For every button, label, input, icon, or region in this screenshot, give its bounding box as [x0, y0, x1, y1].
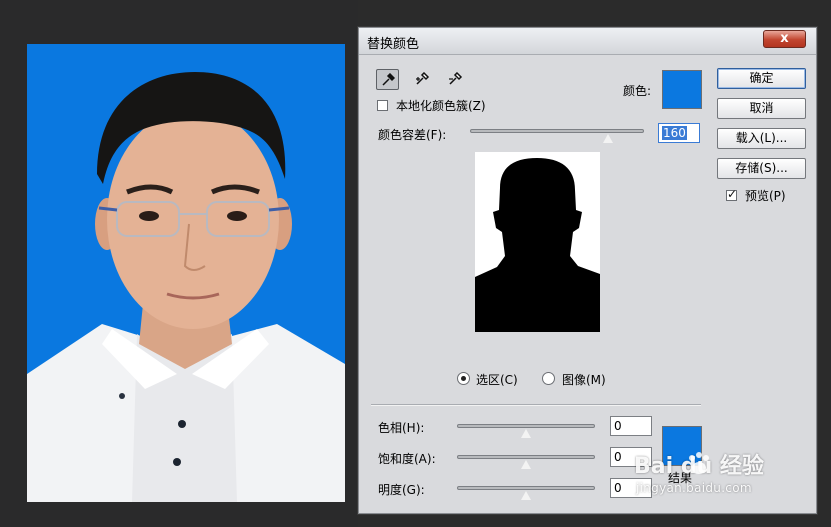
ok-button[interactable]: 确定	[717, 68, 806, 89]
save-button[interactable]: 存储(S)...	[717, 158, 806, 179]
fuzziness-slider-thumb[interactable]	[602, 133, 614, 144]
watermark-url: jingyan.baidu.com	[636, 481, 752, 495]
separator	[371, 404, 701, 406]
eyedropper-minus-icon	[449, 72, 463, 85]
saturation-label: 饱和度(A):	[378, 452, 436, 466]
selection-radio[interactable]	[457, 372, 470, 385]
color-label: 颜色:	[623, 84, 652, 98]
selection-radio-label: 选区(C)	[476, 373, 518, 387]
close-icon: x	[780, 31, 789, 46]
hue-label: 色相(H):	[378, 421, 425, 435]
baidu-paw-icon	[689, 452, 709, 474]
fuzziness-slider-track[interactable]	[470, 129, 644, 133]
lightness-slider-track[interactable]	[457, 486, 595, 490]
lightness-label: 明度(G):	[378, 483, 425, 497]
selection-preview	[475, 152, 600, 332]
lightness-slider-thumb[interactable]	[520, 490, 532, 501]
close-button[interactable]: x	[763, 30, 806, 48]
hue-input[interactable]: 0	[610, 416, 652, 436]
eyedropper-tool-button[interactable]	[376, 69, 399, 90]
saturation-slider-track[interactable]	[457, 455, 595, 459]
load-button[interactable]: 载入(L)...	[717, 128, 806, 149]
saturation-slider-thumb[interactable]	[520, 459, 532, 470]
eyedropper-plus-tool-button[interactable]	[411, 69, 434, 90]
preview-checkbox[interactable]	[726, 187, 737, 201]
preview-label: 预览(P)	[745, 189, 786, 203]
selection-mask-image	[475, 158, 600, 332]
replace-color-dialog: 替换颜色 x 本地化颜色簇(Z) 颜色: 颜色容差(F): 160 选区(C) …	[358, 27, 817, 514]
cancel-button[interactable]: 取消	[717, 98, 806, 119]
color-swatch[interactable]	[662, 70, 702, 109]
hue-slider-track[interactable]	[457, 424, 595, 428]
eyedropper-icon	[382, 73, 395, 86]
hue-slider-thumb[interactable]	[520, 428, 532, 439]
dialog-title: 替换颜色	[367, 37, 420, 52]
fuzziness-label: 颜色容差(F):	[378, 128, 447, 142]
dialog-titlebar[interactable]: 替换颜色 x	[359, 28, 816, 55]
eyedropper-minus-tool-button[interactable]	[444, 69, 467, 90]
localized-clusters-label: 本地化颜色簇(Z)	[396, 99, 486, 113]
image-radio[interactable]	[542, 372, 555, 385]
fuzziness-input[interactable]: 160	[658, 123, 700, 143]
document-canvas[interactable]	[0, 0, 358, 527]
portrait-photo	[27, 44, 345, 502]
image-radio-label: 图像(M)	[562, 373, 606, 387]
eyedropper-plus-icon	[416, 72, 430, 85]
localized-clusters-checkbox[interactable]	[377, 100, 388, 111]
